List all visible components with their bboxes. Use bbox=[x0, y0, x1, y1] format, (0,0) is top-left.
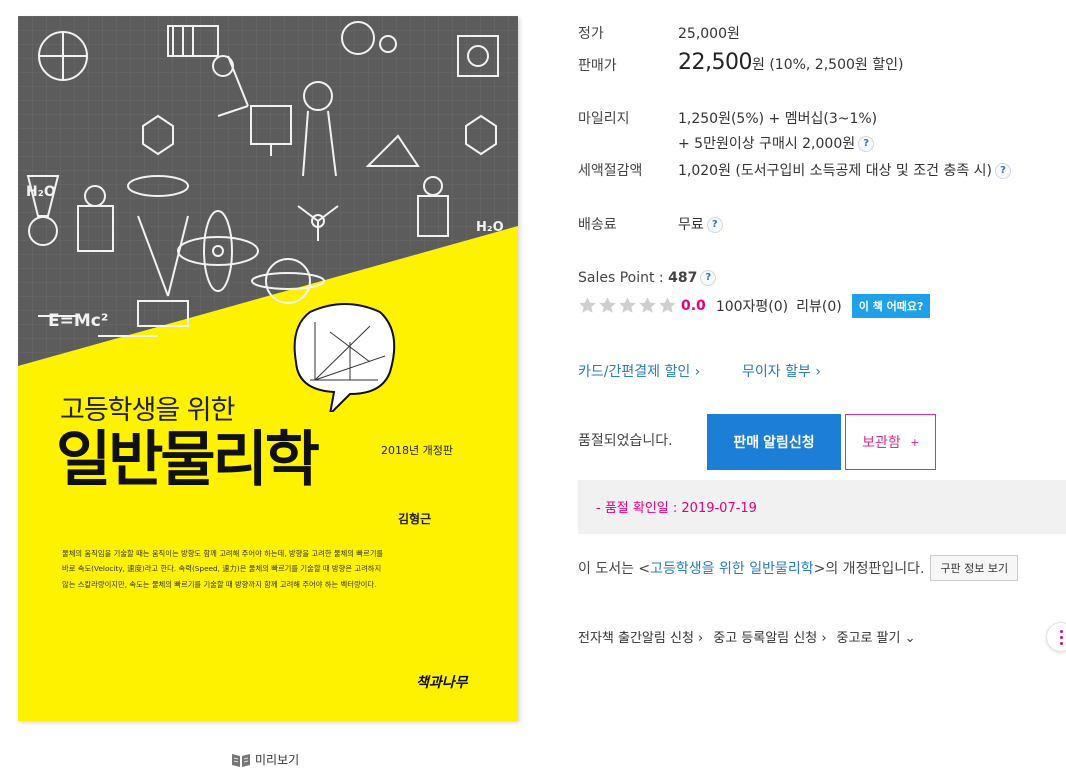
cover-subtitle: 고등학생을 위한 bbox=[60, 395, 235, 426]
previous-edition-link[interactable]: 고등학생을 위한 일반물리학 bbox=[650, 558, 813, 578]
cover-diagram-bubble bbox=[293, 303, 396, 412]
revised-suffix: >의 개정판입니다. bbox=[813, 561, 925, 577]
rating-score: 0.0 bbox=[681, 298, 706, 314]
revised-edition-notice: 이 도서는 < 고등학생을 위한 일반물리학 >의 개정판입니다. 구판 정보 보기 bbox=[578, 555, 1019, 581]
bottom-links: 전자책 출간알림 신청 › 중고 등록알림 신청 › 중고로 팔기 ⌄ bbox=[578, 627, 916, 646]
cover-blurb-line: 물체의 움직임을 기술할 때는 움직이는 방향도 함께 고려해 주어야 하는데,… bbox=[62, 549, 384, 558]
revised-prefix: 이 도서는 < bbox=[578, 561, 651, 577]
sold-out-info-box: - 품절 확인일 : 2019-07-19 bbox=[578, 480, 1066, 534]
sale-discount: (10%, 2,500원 할인) bbox=[769, 57, 904, 73]
sales-point-value: 487 bbox=[668, 270, 698, 286]
mileage-label: 마일리지 bbox=[578, 111, 630, 127]
sell-used-label: 중고로 팔기 bbox=[836, 631, 901, 646]
short-review-count[interactable]: 100자평(0) bbox=[716, 296, 788, 316]
preview-label: 미리보기 bbox=[255, 753, 300, 767]
star-icon bbox=[599, 297, 616, 313]
book-cover[interactable]: E=Mc² H₂O H₂O 고등학생을 위한 일반물리학 2018년 개정판 김… bbox=[18, 16, 518, 721]
dot-icon bbox=[1059, 629, 1063, 633]
cover-edition: 2018년 개정판 bbox=[381, 444, 453, 457]
sales-point: Sales Point : 487? bbox=[578, 270, 717, 286]
ebook-alert-label: 전자책 출간알림 신청 bbox=[578, 631, 694, 646]
star-icon bbox=[619, 297, 636, 313]
plus-icon: + bbox=[910, 434, 919, 450]
shipping-value: 무료? bbox=[678, 214, 723, 234]
cover-formula: E=Mc² bbox=[48, 311, 108, 331]
mileage-line2-text: + 5만원이상 구매시 2,000원 bbox=[678, 136, 856, 152]
sale-price: 22,500원 (10%, 2,500원 할인) bbox=[678, 50, 903, 75]
cover-h2o-left: H₂O bbox=[26, 184, 56, 200]
star-icon bbox=[659, 297, 676, 313]
chevron-right-icon: › bbox=[698, 631, 704, 646]
sale-price-amount: 22,500 bbox=[678, 50, 752, 75]
help-icon[interactable]: ? bbox=[995, 163, 1011, 179]
cover-blurb: 물체의 움직임을 기술할 때는 움직이는 방향도 함께 고려해 주어야 하는데,… bbox=[62, 546, 462, 592]
chevron-down-icon: ⌄ bbox=[904, 631, 916, 646]
review-count[interactable]: 리뷰(0) bbox=[796, 296, 842, 316]
help-icon[interactable]: ? bbox=[706, 217, 723, 233]
chevron-right-icon: › bbox=[694, 364, 701, 380]
cover-blurb-line: 않는 스칼라량이지만, 속도는 물체의 빠르기를 기술할 때 방향까지 함께 고… bbox=[62, 579, 377, 589]
rating-row: 0.0 100자평(0) 리뷰(0) 이 책 어때요? bbox=[681, 294, 931, 318]
installment-link[interactable]: 무이자 할부 › bbox=[742, 361, 821, 381]
sales-point-label: Sales Point : bbox=[578, 270, 669, 286]
open-book-icon bbox=[232, 753, 250, 767]
help-icon[interactable]: ? bbox=[700, 270, 717, 286]
cover-science-illustration: E=Mc² H₂O H₂O bbox=[18, 16, 518, 366]
cover-author: 김형근 bbox=[398, 512, 432, 526]
more-options-button[interactable] bbox=[1046, 622, 1066, 652]
tax-value-text: 1,020원 (도서구입비 소득공제 대상 및 조건 충족 시) bbox=[678, 163, 992, 179]
cover-h2o-right: H₂O bbox=[476, 220, 504, 235]
tax-label: 세액절감액 bbox=[578, 163, 643, 179]
dot-icon bbox=[1059, 635, 1063, 639]
mileage-line2: + 5만원이상 구매시 2,000원? bbox=[678, 133, 875, 153]
chevron-right-icon: › bbox=[815, 364, 821, 380]
star-icon bbox=[639, 297, 656, 313]
used-alert-label: 중고 등록알림 신청 bbox=[713, 631, 818, 646]
wishlist-button[interactable]: 보관함 + bbox=[845, 414, 936, 470]
how-about-this-book-button[interactable]: 이 책 어때요? bbox=[851, 294, 931, 318]
tax-value: 1,020원 (도서구입비 소득공제 대상 및 조건 충족 시)? bbox=[678, 160, 1011, 180]
sale-price-label: 판매가 bbox=[578, 58, 617, 74]
rating-stars bbox=[578, 296, 677, 315]
card-discount-link[interactable]: 카드/간편결제 할인 › bbox=[578, 361, 700, 381]
shipping-label: 배송료 bbox=[578, 217, 617, 233]
old-edition-info-button[interactable]: 구판 정보 보기 bbox=[930, 555, 1019, 581]
sale-notify-button[interactable]: 판매 알림신청 bbox=[707, 414, 841, 470]
shipping-value-text: 무료 bbox=[678, 217, 704, 233]
installment-label: 무이자 할부 bbox=[742, 364, 811, 380]
preview-link[interactable]: 미리보기 bbox=[231, 751, 299, 768]
cover-publisher-logo: 책과나무 bbox=[416, 675, 468, 691]
sold-out-text: 품절되었습니다. bbox=[578, 433, 673, 449]
list-price-label: 정가 bbox=[578, 26, 604, 42]
sale-price-unit: 원 bbox=[751, 57, 765, 73]
list-price-value: 25,000원 bbox=[678, 26, 740, 42]
mileage-line1: 1,250원(5%) + 멤버십(3~1%) bbox=[678, 111, 878, 127]
help-icon[interactable]: ? bbox=[858, 136, 875, 152]
sell-used-dropdown[interactable]: 중고로 팔기 ⌄ bbox=[837, 627, 916, 646]
dot-icon bbox=[1059, 641, 1063, 645]
wishlist-label: 보관함 bbox=[862, 434, 901, 450]
star-icon bbox=[579, 297, 596, 313]
used-alert-link[interactable]: 중고 등록알림 신청 › bbox=[713, 627, 826, 646]
cover-blurb-line: 바로 속도(Velocity, 速度)라고 한다. 속력(Speed, 速力)은… bbox=[62, 564, 382, 574]
cover-title: 일반물리학 bbox=[56, 425, 320, 495]
sold-out-date: - 품절 확인일 : 2019-07-19 bbox=[596, 501, 757, 516]
card-discount-label: 카드/간편결제 할인 bbox=[578, 364, 691, 380]
chevron-right-icon: › bbox=[821, 631, 827, 646]
ebook-alert-link[interactable]: 전자책 출간알림 신청 › bbox=[578, 627, 703, 646]
